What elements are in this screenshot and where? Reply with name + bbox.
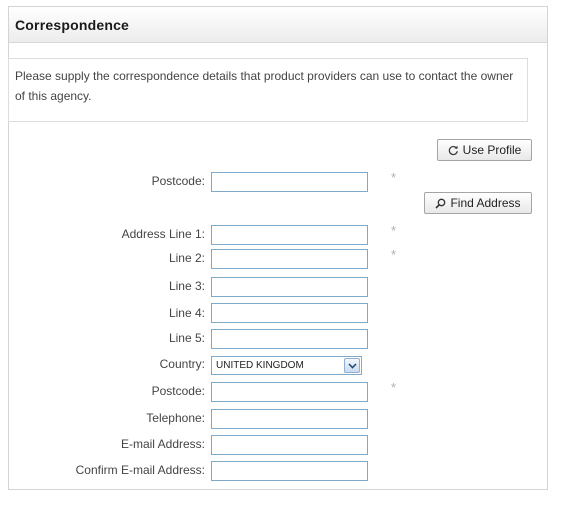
line-4-input[interactable]: [211, 303, 368, 323]
use-profile-label: Use Profile: [462, 143, 522, 157]
line-2-required: *: [391, 247, 397, 262]
intro-text: Please supply the correspondence details…: [8, 58, 528, 122]
confirm-email-label: Confirm E-mail Address:: [75, 463, 205, 477]
address-line-1-label: Address Line 1:: [121, 227, 205, 241]
line-4-label: Line 4:: [168, 306, 205, 320]
country-select[interactable]: UNITED KINGDOM: [211, 356, 362, 375]
country-selected-value: UNITED KINGDOM: [216, 360, 304, 371]
postcode-input[interactable]: [211, 382, 368, 402]
postcode-required: *: [391, 380, 397, 395]
find-address-label: Find Address: [450, 196, 521, 210]
email-input[interactable]: [211, 435, 368, 455]
telephone-label: Telephone:: [146, 411, 205, 425]
search-icon: [435, 198, 446, 209]
find-address-button[interactable]: Find Address: [424, 192, 532, 214]
postcode-lookup-input[interactable]: [211, 172, 368, 192]
panel-header: Correspondence: [9, 7, 547, 43]
line-3-label: Line 3:: [168, 279, 205, 293]
country-label: Country:: [159, 357, 205, 371]
panel-title: Correspondence: [15, 17, 130, 33]
line-2-input[interactable]: [211, 249, 368, 269]
chevron-down-icon[interactable]: [344, 358, 360, 373]
refresh-icon: [448, 145, 459, 156]
confirm-email-input[interactable]: [211, 461, 368, 481]
line-3-input[interactable]: [211, 277, 368, 297]
telephone-input[interactable]: [211, 409, 368, 429]
address-line-1-required: *: [391, 223, 397, 238]
line-2-label: Line 2:: [168, 251, 205, 265]
line-5-input[interactable]: [211, 329, 368, 349]
postcode-label: Postcode:: [151, 384, 205, 398]
postcode-lookup-required: *: [391, 170, 397, 185]
line-5-label: Line 5:: [168, 331, 205, 345]
postcode-lookup-label: Postcode:: [151, 174, 205, 188]
use-profile-button[interactable]: Use Profile: [437, 139, 532, 161]
email-label: E-mail Address:: [120, 437, 205, 451]
address-line-1-input[interactable]: [211, 225, 368, 245]
